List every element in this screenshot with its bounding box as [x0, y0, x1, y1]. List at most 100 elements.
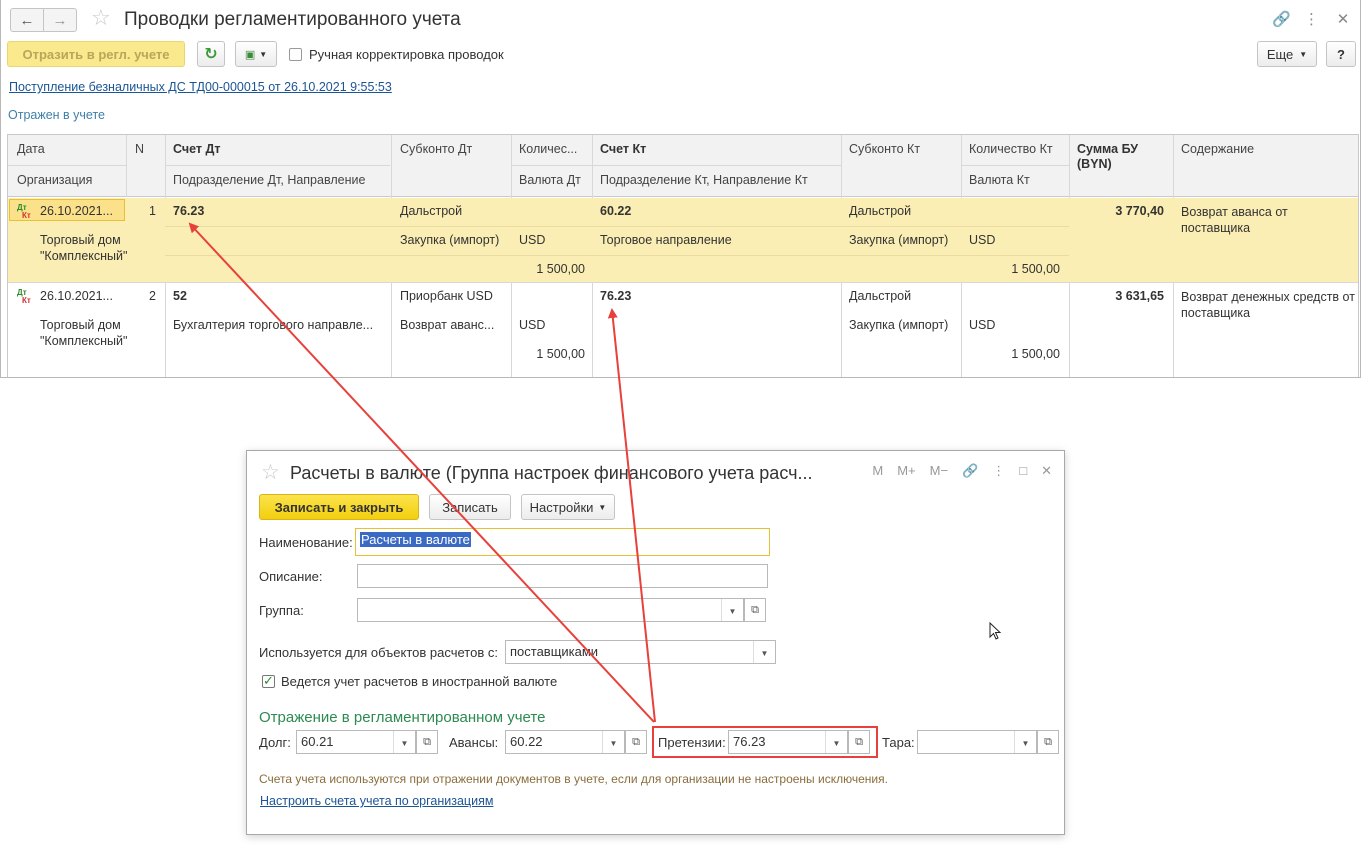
col-acct-kt[interactable]: Счет Кт [600, 142, 646, 156]
claims-select[interactable]: 76.23 ▼ [728, 730, 848, 754]
close-icon[interactable]: ✕ [1336, 10, 1350, 28]
cell-sub-kt-1: Дальстрой [849, 204, 912, 218]
back-button[interactable]: ← [10, 8, 44, 32]
more-menu-icon[interactable]: ⋮ [992, 463, 1005, 479]
open-group-button[interactable]: ⧉ [744, 598, 766, 622]
cell-sub-dt-1: Дальстрой [400, 204, 463, 218]
cell-date: 26.10.2021... [40, 289, 113, 303]
description-label: Описание: [259, 569, 323, 584]
open-icon: ⧉ [751, 603, 759, 616]
cell-n: 1 [149, 204, 156, 218]
tara-select[interactable]: ▼ [917, 730, 1037, 754]
cell-amt-dt: 1 500,00 [536, 347, 585, 361]
foreign-currency-label: Ведется учет расчетов в иностранной валю… [281, 674, 558, 689]
cell-cur-kt: USD [969, 233, 996, 247]
cell-acct-dt: 76.23 [173, 204, 205, 218]
debt-select[interactable]: 60.21 ▼ [296, 730, 416, 754]
cell-content: Возврат аванса от поставщика [1181, 205, 1288, 235]
save-and-close-button[interactable]: Записать и закрыть [259, 494, 419, 520]
col-date[interactable]: Дата [17, 142, 45, 156]
dropdown-icon[interactable]: ▼ [753, 641, 775, 663]
cell-sub-dt-2: Возврат аванс... [400, 318, 495, 332]
maximize-icon[interactable]: □ [1019, 463, 1027, 479]
col-content[interactable]: Содержание [1181, 142, 1254, 156]
col-cur-dt[interactable]: Валюта Дт [519, 173, 581, 187]
close-icon[interactable]: ✕ [1041, 463, 1052, 479]
col-cur-kt[interactable]: Валюта Кт [969, 173, 1030, 187]
table-row[interactable]: Дт Кт 26.10.2021... 2 Торговый дом "Компл… [8, 283, 1358, 367]
help-button[interactable]: ? [1326, 41, 1356, 67]
claims-value: 76.23 [733, 734, 766, 749]
more-menu-icon[interactable]: ⋮ [1304, 10, 1319, 28]
chevron-down-icon: ▼ [1299, 49, 1308, 59]
name-label: Наименование: [259, 535, 353, 550]
col-subkonto-dt[interactable]: Субконто Дт [400, 142, 472, 156]
advances-label: Авансы: [449, 735, 499, 750]
reflect-button[interactable]: Отразить в регл. учете [7, 41, 185, 67]
cell-dept-dt: Бухгалтерия торгового направле... [173, 318, 374, 332]
manual-correction-checkbox[interactable] [289, 48, 302, 61]
open-icon: ⧉ [632, 735, 640, 748]
table-row[interactable]: Дт Кт 26.10.2021... 1 Торговый дом "Компл… [8, 198, 1358, 282]
used-for-value: поставщиками [510, 644, 599, 659]
dropdown-icon[interactable]: ▼ [393, 731, 415, 753]
dropdown-icon[interactable]: ▼ [602, 731, 624, 753]
settings-button-label: Настройки [529, 499, 594, 515]
cell-date: 26.10.2021... [40, 204, 113, 218]
cell-sum: 3 631,65 [1115, 289, 1164, 303]
link-icon[interactable]: 🔗 [962, 463, 978, 479]
configure-accounts-link[interactable]: Настроить счета учета по организациям [260, 794, 493, 808]
col-dept-kt[interactable]: Подразделение Кт, Направление Кт [600, 173, 808, 187]
posting-dt-kt-icon: Дт Кт [17, 203, 31, 220]
arrow-left-icon: ← [19, 11, 35, 29]
group-input[interactable]: ▼ [357, 598, 744, 622]
col-qty-kt[interactable]: Количество Кт [969, 142, 1053, 156]
col-sum[interactable]: Сумма БУ (BYN) [1077, 142, 1167, 172]
open-icon: ⧉ [855, 735, 863, 748]
col-qty-dt[interactable]: Количес... [519, 142, 589, 156]
col-acct-dt[interactable]: Счет Дт [173, 142, 221, 156]
used-for-select[interactable]: поставщиками ▼ [505, 640, 776, 664]
memory-icon[interactable]: M [872, 463, 883, 479]
forward-button[interactable]: → [43, 8, 77, 32]
dialog-title: Расчеты в валюте (Группа настроек финанс… [290, 463, 813, 483]
cell-cur-dt: USD [519, 233, 546, 247]
favorite-star-icon[interactable]: ☆ [91, 5, 111, 31]
settings-button[interactable]: Настройки ▼ [521, 494, 615, 520]
structure-button[interactable]: ▣ ▼ [235, 41, 277, 67]
table-header: Дата N Счет Дт Субконто Дт Количес... Сч… [8, 135, 1358, 197]
more-button[interactable]: Еще ▼ [1257, 41, 1317, 67]
refresh-icon: ↻ [204, 46, 218, 63]
col-dept-dt[interactable]: Подразделение Дт, Направление [173, 173, 365, 187]
dropdown-icon[interactable]: ▼ [721, 599, 743, 621]
col-n[interactable]: N [135, 142, 144, 156]
open-icon: ⧉ [423, 735, 431, 748]
settings-dialog: ☆ Расчеты в валюте (Группа настроек фина… [246, 450, 1065, 835]
favorite-star-icon[interactable]: ☆ [261, 460, 280, 485]
cell-amt-dt: 1 500,00 [536, 262, 585, 276]
memory-minus-icon[interactable]: M− [930, 463, 948, 479]
open-debt-button[interactable]: ⧉ [416, 730, 438, 754]
document-link[interactable]: Поступление безналичных ДС ТД00-000015 о… [9, 80, 392, 94]
chevron-down-icon: ▼ [598, 502, 607, 512]
col-subkonto-kt[interactable]: Субконто Кт [849, 142, 920, 156]
open-advances-button[interactable]: ⧉ [625, 730, 647, 754]
foreign-currency-checkbox[interactable] [262, 673, 275, 689]
cell-acct-kt: 76.23 [600, 289, 632, 303]
advances-select[interactable]: 60.22 ▼ [505, 730, 625, 754]
description-input[interactable] [357, 564, 768, 588]
save-button[interactable]: Записать [429, 494, 511, 520]
refresh-button[interactable]: ↻ [197, 41, 225, 67]
name-input[interactable]: Расчеты в валюте [355, 528, 770, 556]
title-bar: ← → ☆ Проводки регламентированного учета… [1, 0, 1360, 38]
link-icon[interactable]: 🔗 [1272, 10, 1291, 28]
window-title: Проводки регламентированного учета [124, 9, 461, 30]
dropdown-icon[interactable]: ▼ [825, 731, 847, 753]
cell-org: Торговый дом "Комплексный" [40, 233, 128, 263]
memory-plus-icon[interactable]: M+ [897, 463, 915, 479]
open-tara-button[interactable]: ⧉ [1037, 730, 1059, 754]
col-org[interactable]: Организация [17, 173, 92, 187]
dropdown-icon[interactable]: ▼ [1014, 731, 1036, 753]
cell-n: 2 [149, 289, 156, 303]
open-claims-button[interactable]: ⧉ [848, 730, 870, 754]
